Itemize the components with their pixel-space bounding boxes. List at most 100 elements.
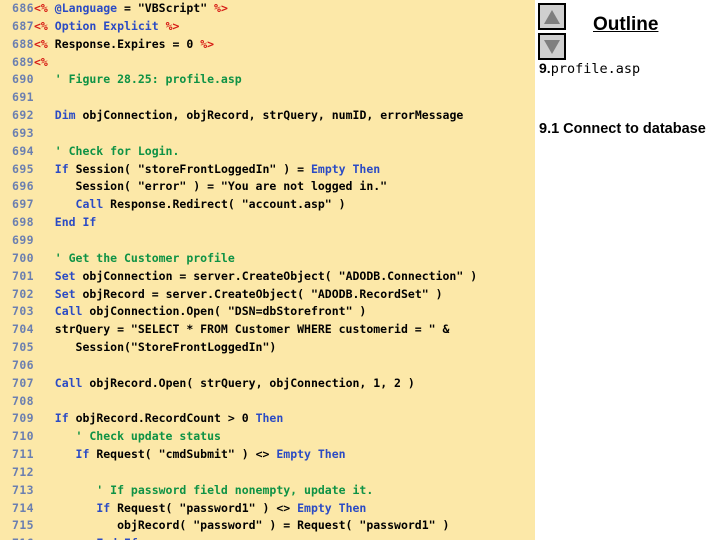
code-token: If xyxy=(54,161,69,176)
code-line: 712 xyxy=(0,464,535,482)
line-number: 695 xyxy=(12,161,34,176)
outline-item[interactable]: 9.profile.asp xyxy=(539,60,717,104)
line-number: 691 xyxy=(12,90,34,105)
code-token: If xyxy=(75,447,90,462)
code-token: End If xyxy=(96,536,138,540)
scroll-down-button[interactable] xyxy=(538,33,566,60)
code-token: Message xyxy=(414,108,464,123)
code-line: 702 Set objRecord = server.CreateObject(… xyxy=(0,286,535,304)
line-number: 697 xyxy=(12,197,34,212)
code-token: Query, num xyxy=(283,108,353,123)
code-line: 713 ' If password field nonempty, update… xyxy=(0,482,535,500)
code-line: 692 Dim objConnection, objRecord, strQue… xyxy=(0,107,535,125)
code-line: 707 Call objRecord.Open( strQuery, objCo… xyxy=(0,375,535,393)
code-line: 705 Session("StoreFrontLoggedIn") xyxy=(0,339,535,357)
code-token: ' Get the Customer profile xyxy=(34,250,235,265)
code-token: %> xyxy=(200,36,215,51)
code-line: 698 End If xyxy=(0,214,535,232)
line-number: 714 xyxy=(12,500,34,515)
code-token: Empty Then xyxy=(297,500,367,515)
code-token: Response.Redirect( "account.asp" ) xyxy=(103,197,346,212)
code-token: <% xyxy=(34,18,48,33)
code-token: = "VBScript" xyxy=(117,1,215,15)
code-source-text: Call objConnection.Open( "DSN=dbStorefro… xyxy=(34,303,535,321)
line-number: 702 xyxy=(12,286,34,301)
code-source-text: strQuery = "SELECT * FROM Customer WHERE… xyxy=(34,321,535,339)
code-token: Request( "password1" ) <> xyxy=(110,500,298,515)
code-token: Connection, obj xyxy=(103,108,208,123)
code-line: 687 <% Option Explicit %> xyxy=(0,18,535,36)
outline-item-filename: profile.asp xyxy=(550,61,641,77)
navigation-buttons xyxy=(538,3,568,63)
line-number: 689 xyxy=(12,54,34,69)
code-token: If xyxy=(96,500,111,515)
code-token: %> xyxy=(214,1,228,15)
line-number: 705 xyxy=(12,340,34,355)
outline-item[interactable]: 9.1 Connect to database xyxy=(539,120,717,138)
code-source-text: Call objRecord.Open( strQuery, objConnec… xyxy=(34,375,535,393)
screenshot-root: 686 <% @Language = "VBScript" %> 687 <% Opt… xyxy=(0,0,720,540)
code-token: %> xyxy=(165,18,180,33)
code-token: Empty Then xyxy=(276,447,346,462)
code-source-text: Set objRecord = server.CreateObject( "AD… xyxy=(34,286,535,304)
scroll-up-button[interactable] xyxy=(538,3,566,30)
code-source-text: ' Check for Login. xyxy=(34,143,535,161)
code-token: ' Check update status xyxy=(34,429,221,444)
code-line: 686 <% @Language = "VBScript" %> xyxy=(0,0,535,18)
code-token: Then xyxy=(255,411,284,426)
outline-panel: Outline 9.profile.asp 9.1 Connect to data… xyxy=(535,0,720,540)
code-source-text: objRecord( "password" ) = Request( "pass… xyxy=(34,517,535,535)
outline-item-number: 9. xyxy=(539,60,551,76)
outline-title: Outline xyxy=(593,14,659,35)
code-source-text: <% Response.Expires = 0 %> xyxy=(34,36,535,54)
code-token: Session("StoreFrontLoggedIn") xyxy=(34,340,277,355)
code-token: Set xyxy=(54,268,76,283)
code-source-text: If Session( "storeFrontLoggedIn" ) = Emp… xyxy=(34,161,535,179)
line-number: 690 xyxy=(12,72,34,87)
code-token: Call xyxy=(75,197,104,212)
code-source-text: End If xyxy=(34,214,535,232)
code-token: Response.Expires = 0 xyxy=(47,36,201,51)
line-number: 698 xyxy=(12,215,34,230)
triangle-up-icon xyxy=(544,9,560,24)
line-number: 703 xyxy=(12,304,34,319)
code-token: If xyxy=(54,411,69,426)
line-number: 704 xyxy=(12,322,34,337)
code-source-text: ' If password field nonempty, update it. xyxy=(34,482,535,500)
code-token: Call xyxy=(54,375,83,390)
code-source-text: Call Response.Redirect( "account.asp" ) xyxy=(34,196,535,214)
code-line: 700 ' Get the Customer profile xyxy=(0,250,535,268)
line-number: 701 xyxy=(12,268,34,283)
code-token: obj xyxy=(75,108,104,123)
code-line: 689 <% xyxy=(0,54,535,72)
code-token: <% xyxy=(34,36,48,51)
code-token: objRecord.Open( strQuery, objConnection,… xyxy=(82,375,415,390)
code-token: Empty Then xyxy=(310,161,381,176)
code-listing-panel[interactable]: 686 <% @Language = "VBScript" %> 687 <% Opt… xyxy=(0,0,535,540)
line-number: 687 xyxy=(12,18,34,33)
code-token: objConnection.Open( "DSN=dbStorefront" ) xyxy=(82,304,367,319)
line-number: 710 xyxy=(12,429,34,444)
code-source-text: <% xyxy=(34,54,535,72)
code-source-text: End If xyxy=(34,535,535,540)
code-token: Session( "error" ) = "You are not logged… xyxy=(34,179,388,194)
code-token: ID, error xyxy=(352,108,415,123)
code-line: 695 If Session( "storeFrontLoggedIn" ) =… xyxy=(0,161,535,179)
code-line: 716 End If xyxy=(0,535,535,540)
line-number: 716 xyxy=(0,535,34,540)
code-source-text: Session( "error" ) = "You are not logged… xyxy=(34,178,535,196)
code-line: 696 Session( "error" ) = "You are not lo… xyxy=(0,178,535,196)
code-source-text: ' Get the Customer profile xyxy=(34,250,535,268)
code-token: <% xyxy=(34,54,48,69)
line-number: 700 xyxy=(12,250,34,265)
code-token: strQuery = "SELECT * FROM Customer WHERE… xyxy=(34,322,450,337)
